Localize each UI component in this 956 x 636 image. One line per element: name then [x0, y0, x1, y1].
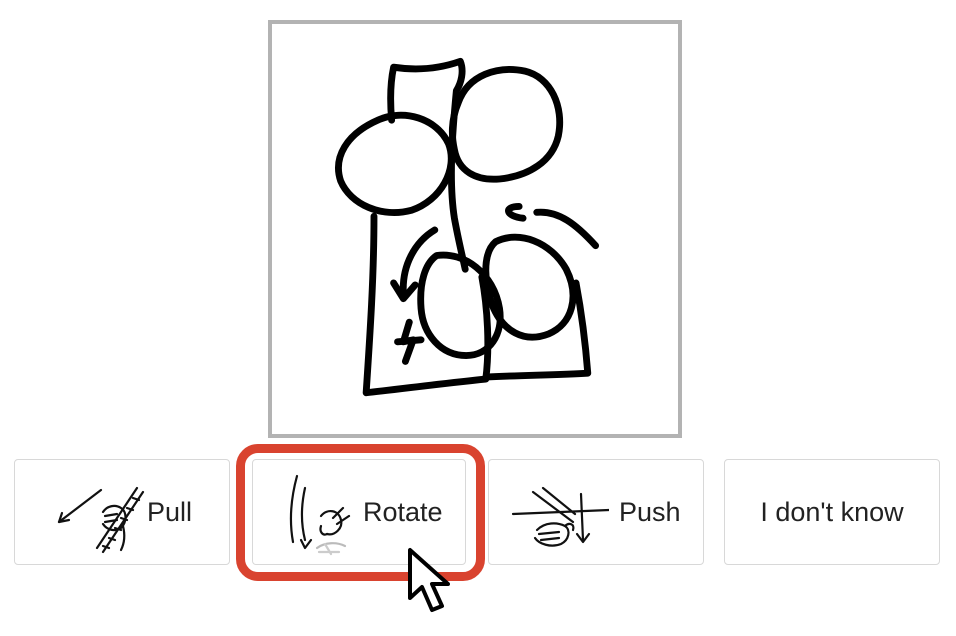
sketch-drawing — [335, 57, 600, 397]
pull-rope-icon — [57, 486, 145, 554]
option-push[interactable]: Push — [488, 459, 704, 565]
option-dont-know[interactable]: I don't know — [724, 459, 940, 565]
option-pull-label: Pull — [147, 496, 193, 527]
option-rotate-label: Rotate — [363, 496, 443, 527]
option-dont-know-label: I don't know — [760, 496, 904, 527]
option-pull[interactable]: Pull — [14, 459, 230, 565]
sketch-image-frame — [268, 20, 682, 438]
push-hand-icon — [511, 486, 609, 547]
rotate-knob-icon — [289, 474, 351, 556]
option-rotate[interactable]: Rotate — [252, 459, 466, 565]
option-push-label: Push — [619, 496, 681, 527]
